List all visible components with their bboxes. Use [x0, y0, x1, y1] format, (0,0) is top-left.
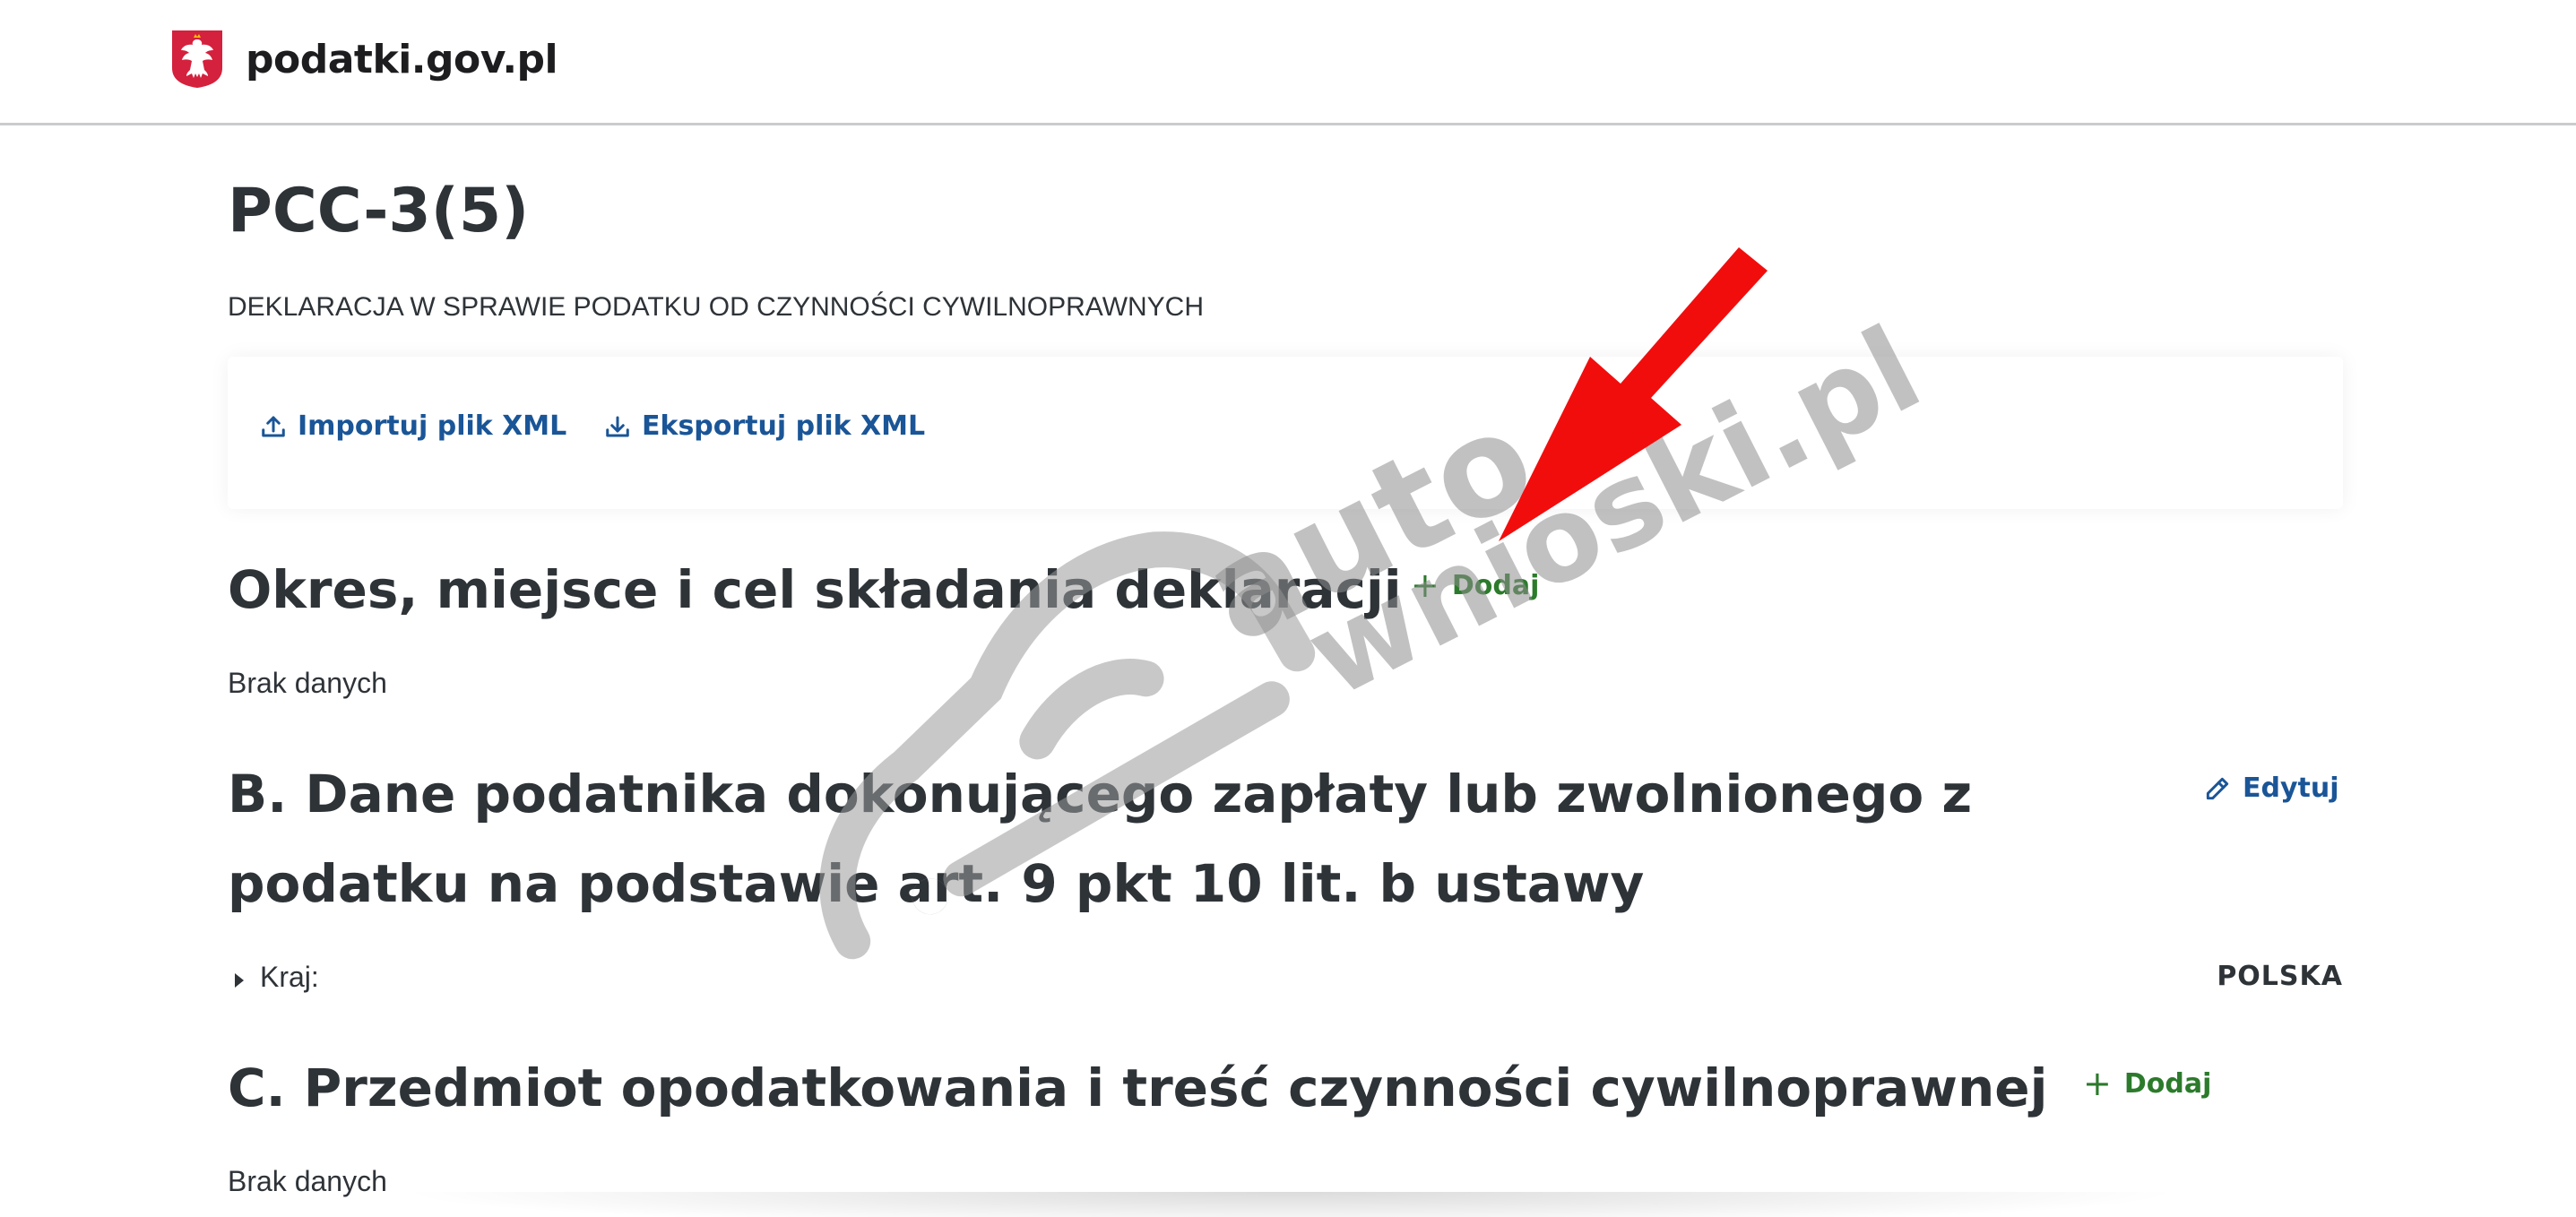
page-subtitle: DEKLARACJA W SPRAWIE PODATKU OD CZYNNOŚC… [228, 292, 1205, 322]
plus-icon: + [2083, 1064, 2112, 1103]
import-xml-button[interactable]: Importuj plik XML [260, 410, 566, 442]
section-a-empty-note: Brak danych [228, 667, 387, 699]
export-xml-label: Eksportuj plik XML [642, 410, 926, 442]
upload-icon [262, 416, 285, 436]
xml-toolbar: Importuj plik XML Eksportuj plik XML [228, 357, 2343, 509]
site-logo[interactable]: podatki.gov.pl [170, 29, 558, 90]
section-b-edit-label: Edytuj [2243, 772, 2339, 804]
export-xml-button[interactable]: Eksportuj plik XML [604, 410, 925, 442]
pencil-icon [2206, 777, 2229, 799]
section-b-title-line2: podatku na podstawie art. 9 pkt 10 lit. … [228, 853, 1645, 914]
logo-text: podatki.gov.pl [246, 36, 558, 82]
section-a-add-button[interactable]: + Dodaj [1411, 568, 1539, 602]
field-label-kraj: Kraj: [260, 961, 319, 993]
import-xml-label: Importuj plik XML [298, 410, 567, 442]
page-title: PCC-3(5) [228, 176, 530, 246]
section-b-title-line1: B. Dane podatnika dokonującego zapłaty l… [228, 764, 1973, 824]
plus-icon: + [1411, 565, 1439, 605]
polish-eagle-emblem-icon [172, 30, 222, 88]
section-b-edit-button[interactable]: Edytuj [2203, 772, 2339, 804]
site-header: podatki.gov.pl [0, 0, 2576, 125]
bottom-shadow [394, 1192, 2187, 1217]
section-c-add-button[interactable]: + Dodaj [2083, 1066, 2211, 1100]
section-a-title: Okres, miejsce i cel składania deklaracj… [228, 559, 1402, 620]
download-icon [606, 416, 629, 436]
section-c-title: C. Przedmiot opodatkowania i treść czynn… [228, 1057, 2048, 1118]
field-value-kraj: POLSKA [2217, 961, 2343, 992]
section-c-add-label: Dodaj [2123, 1067, 2212, 1100]
section-c-empty-note: Brak danych [228, 1165, 387, 1197]
section-a-add-label: Dodaj [1451, 569, 1540, 601]
field-row-kraj: Kraj: POLSKA [228, 961, 2343, 1006]
caret-right-icon[interactable] [235, 973, 244, 988]
